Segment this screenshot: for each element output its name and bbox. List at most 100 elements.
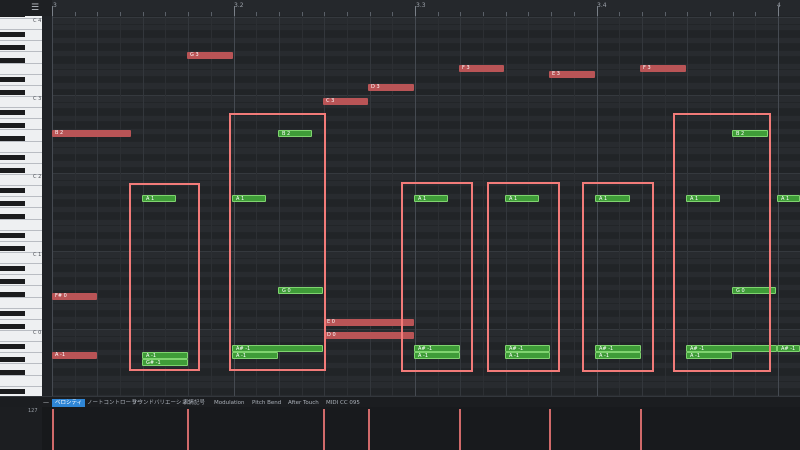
white-key-divider xyxy=(0,341,42,343)
black-key[interactable] xyxy=(0,369,25,375)
black-key[interactable] xyxy=(0,213,25,219)
black-key[interactable] xyxy=(0,77,25,82)
octave-label: C 0 xyxy=(33,330,42,336)
lane-tab-pitch-bend[interactable]: Pitch Bend xyxy=(249,399,284,407)
lane-tab-velocity[interactable]: ベロシティ xyxy=(52,399,86,407)
white-key-divider xyxy=(0,51,42,53)
midi-note[interactable]: G 3 xyxy=(187,52,233,59)
selection-box xyxy=(487,182,560,372)
midi-note[interactable]: F 3 xyxy=(640,65,686,72)
white-key-divider xyxy=(0,374,42,376)
note-grid[interactable]: G 3 F 3 E 3 F 3 D 3 C 3 B 2 B 2 B 2 A 1 … xyxy=(52,16,800,396)
grid-line xyxy=(347,16,348,396)
velocity-max-label: 127 xyxy=(28,408,38,414)
keyboard-separator xyxy=(42,16,52,396)
black-key[interactable] xyxy=(0,57,25,63)
piano-keyboard[interactable]: C 4 C 3 C 2 C 1 C 0 xyxy=(0,16,52,396)
white-key-divider xyxy=(0,162,42,164)
black-key[interactable] xyxy=(0,265,25,271)
velocity-bar[interactable] xyxy=(640,409,642,450)
black-key[interactable] xyxy=(0,343,25,349)
midi-note[interactable]: B 2 xyxy=(52,130,131,137)
midi-note[interactable]: F 3 xyxy=(459,65,504,72)
white-key-divider xyxy=(0,285,42,287)
white-key-divider xyxy=(0,62,42,64)
white-key-divider xyxy=(0,84,42,86)
ruler-tick xyxy=(52,6,53,16)
grid-line xyxy=(483,16,484,396)
ruler-tick xyxy=(234,6,235,16)
midi-note[interactable]: A# -1 xyxy=(777,345,800,352)
ruler-label: 3.4 xyxy=(597,2,607,9)
grid-line xyxy=(52,16,53,396)
black-key[interactable] xyxy=(0,31,25,37)
grid-line xyxy=(665,16,666,396)
black-key[interactable] xyxy=(0,135,25,141)
velocity-bar[interactable] xyxy=(549,409,551,450)
white-key-divider xyxy=(0,352,42,354)
black-key[interactable] xyxy=(0,109,25,115)
white-key-divider xyxy=(0,218,42,220)
black-key[interactable] xyxy=(0,291,25,297)
ruler-label: 3 xyxy=(53,2,57,9)
lane-tab-after-touch[interactable]: After Touch xyxy=(285,399,322,407)
black-key[interactable] xyxy=(0,168,25,173)
midi-note[interactable]: D 3 xyxy=(368,84,414,91)
velocity-bar[interactable] xyxy=(459,409,461,450)
white-key-divider xyxy=(0,118,42,120)
collapse-icon[interactable]: — xyxy=(43,400,51,406)
black-key[interactable] xyxy=(0,16,25,17)
menu-icon[interactable]: ☰ xyxy=(31,4,41,13)
grid-line xyxy=(75,16,76,396)
black-key[interactable] xyxy=(0,187,25,193)
white-key-divider xyxy=(0,151,42,153)
white-key-divider xyxy=(0,318,42,320)
grid-line xyxy=(392,16,393,396)
midi-note[interactable]: A -1 xyxy=(52,352,97,359)
midi-note[interactable]: C 3 xyxy=(323,98,368,105)
ruler-label: 3.2 xyxy=(234,2,244,9)
octave-label: C 3 xyxy=(33,96,42,102)
black-key[interactable] xyxy=(0,311,25,316)
ruler-label: 3.3 xyxy=(416,2,426,9)
black-key[interactable] xyxy=(0,200,25,206)
octave-label: C 1 xyxy=(33,252,42,258)
lane-tab-expression[interactable]: 表情記号 xyxy=(180,399,208,407)
velocity-bar[interactable] xyxy=(187,409,189,450)
black-key[interactable] xyxy=(0,278,25,284)
white-key-divider xyxy=(0,185,42,187)
white-key-divider xyxy=(0,385,42,387)
lane-tab-midi-cc-095[interactable]: MIDI CC 095 xyxy=(323,399,363,407)
grid-line xyxy=(211,16,212,396)
velocity-lane[interactable] xyxy=(52,407,800,450)
velocity-lane-area: 127 xyxy=(0,407,800,450)
white-key-divider xyxy=(0,29,42,31)
selection-box xyxy=(582,182,654,372)
grid-line xyxy=(778,16,779,396)
black-key[interactable] xyxy=(0,246,25,251)
time-ruler[interactable]: 3 3.2 3.3 3.4 4 xyxy=(52,0,800,17)
black-key[interactable] xyxy=(0,356,25,362)
white-key-divider xyxy=(0,363,42,365)
black-key[interactable] xyxy=(0,389,25,394)
white-key-divider xyxy=(0,129,42,131)
black-key[interactable] xyxy=(0,90,25,95)
midi-note[interactable]: F# 0 xyxy=(52,293,97,300)
velocity-bar[interactable] xyxy=(52,409,54,450)
editor-corner: ☰ xyxy=(0,0,52,16)
grid-line xyxy=(97,16,98,396)
black-key[interactable] xyxy=(0,324,25,329)
black-key[interactable] xyxy=(0,155,25,160)
midi-note[interactable]: A 1 xyxy=(777,195,800,202)
black-key[interactable] xyxy=(0,122,25,128)
selection-box xyxy=(673,113,771,372)
ruler-tick xyxy=(597,6,598,16)
midi-note[interactable]: E 3 xyxy=(549,71,595,78)
white-keys[interactable] xyxy=(0,16,42,396)
black-key[interactable] xyxy=(0,44,25,50)
velocity-bar[interactable] xyxy=(323,409,325,450)
velocity-bar[interactable] xyxy=(368,409,370,450)
black-key[interactable] xyxy=(0,233,25,238)
lane-tab-modulation[interactable]: Modulation xyxy=(211,399,248,407)
white-key-divider xyxy=(0,107,42,109)
